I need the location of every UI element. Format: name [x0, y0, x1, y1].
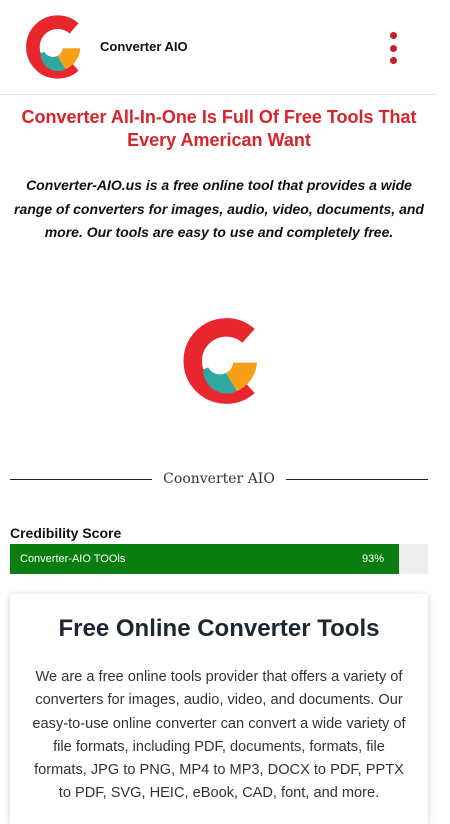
section-divider: Coonverter AIO: [10, 468, 428, 490]
top-header: Converter AIO: [0, 0, 437, 95]
divider-line-left: [10, 478, 153, 480]
kebab-menu-icon[interactable]: [384, 32, 402, 64]
credibility-progress-bar: Converter-AIO TOOls 93%: [10, 544, 428, 574]
hero-headline: Converter All-In-One Is Full Of Free Too…: [21, 107, 417, 150]
divider-label: Coonverter AIO: [163, 471, 275, 487]
converter-aio-logo-icon: [183, 318, 257, 404]
tools-card: Free Online Converter Tools We are a fre…: [10, 594, 428, 824]
progress-percent: 93%: [362, 553, 385, 565]
brand-name[interactable]: Converter AIO: [100, 39, 188, 54]
tools-card-title: Free Online Converter Tools: [58, 615, 380, 642]
tools-card-body: We are a free online tools provider that…: [32, 669, 406, 802]
credibility-score-title: Credibility Score: [10, 525, 122, 541]
progress-bar-label: Converter-AIO TOOls: [20, 553, 126, 565]
divider-line-right: [285, 478, 428, 480]
hero-intro: Converter-AIO.us is a free online tool t…: [14, 177, 424, 240]
converter-aio-logo-icon[interactable]: [22, 14, 84, 80]
